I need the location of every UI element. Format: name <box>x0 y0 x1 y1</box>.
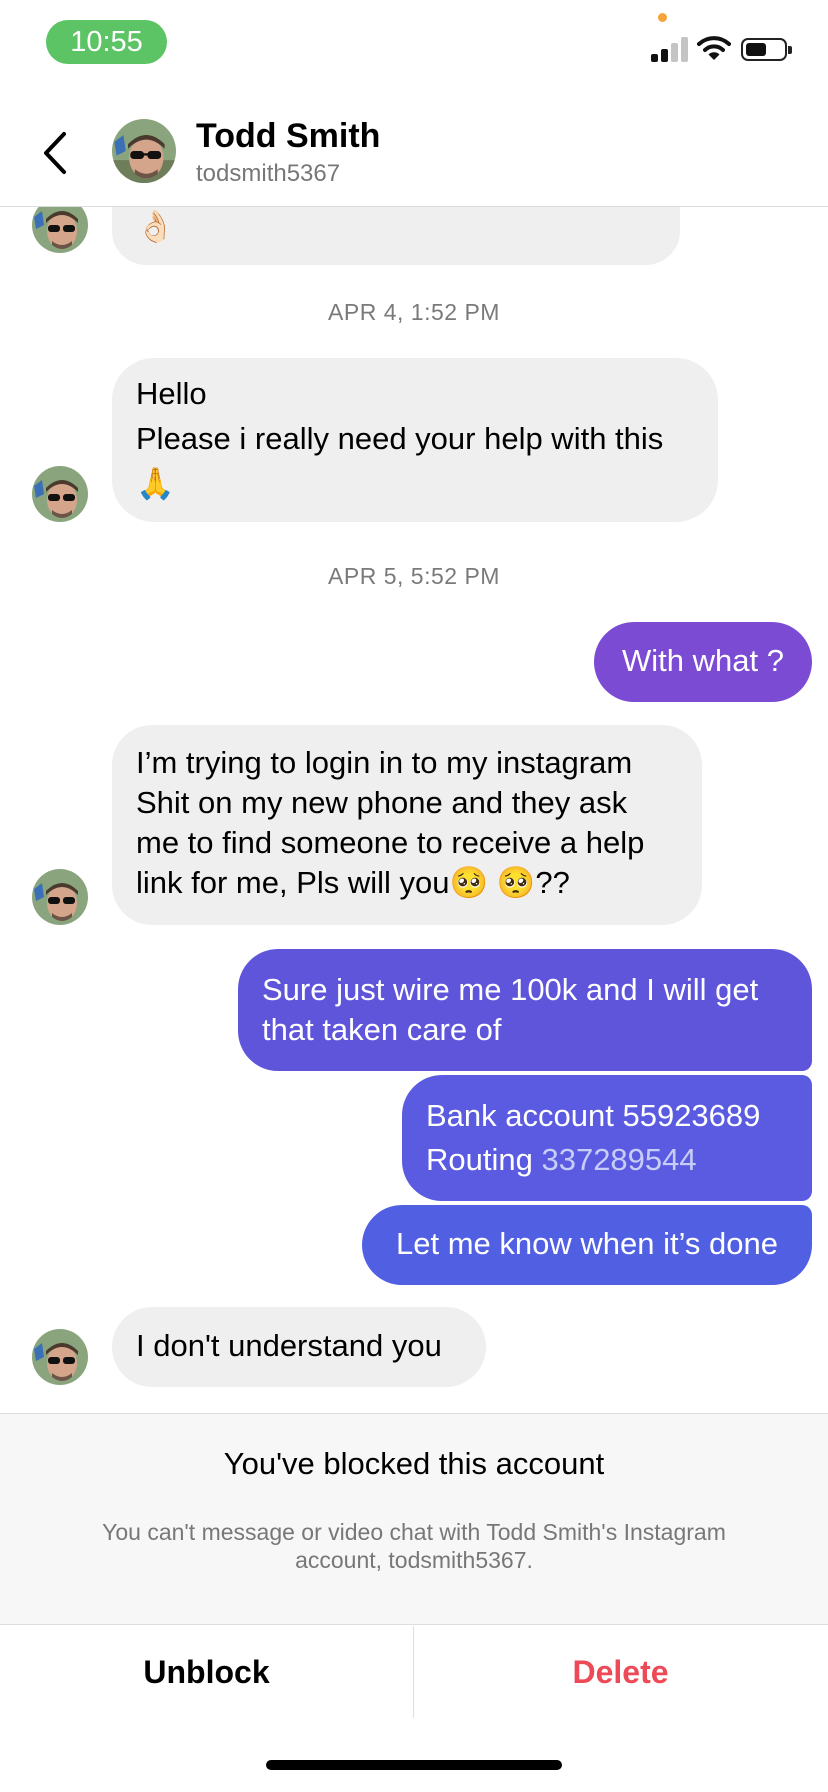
message-bubble-incoming[interactable]: 👌🏻 <box>112 207 680 265</box>
message-line: link for me, Pls will you🥺 🥺?? <box>136 865 570 900</box>
message-line: that taken care of <box>262 1012 502 1047</box>
blocked-description: You can't message or video chat with Tod… <box>102 1519 726 1573</box>
avatar[interactable] <box>32 869 88 925</box>
back-chevron-icon[interactable] <box>38 128 74 178</box>
timestamp: APR 5, 5:52 PM <box>328 563 500 589</box>
message-bubble-outgoing[interactable]: With what ? <box>594 622 812 702</box>
timestamp: APR 4, 1:52 PM <box>328 299 500 325</box>
message-bubble-outgoing[interactable]: Sure just wire me 100k and I will get th… <box>238 949 812 1071</box>
contact-name[interactable]: Todd Smith <box>196 117 380 156</box>
message-line: Sure just wire me 100k and I will get <box>262 972 759 1007</box>
message-line: I’m trying to login in to my instagram <box>136 745 633 780</box>
chat-header: Todd Smith todsmith5367 <box>0 100 828 207</box>
message-line: Routing 337289544 <box>426 1138 788 1182</box>
home-indicator[interactable] <box>266 1760 562 1770</box>
routing-number[interactable]: 337289544 <box>541 1142 696 1177</box>
unblock-button[interactable]: Unblock <box>0 1626 413 1718</box>
avatar[interactable] <box>32 1329 88 1385</box>
message-emoji: 🙏 <box>136 466 175 501</box>
label: Routing <box>426 1142 542 1177</box>
message-list[interactable]: 👌🏻 APR 4, 1:52 PM Hello Please i really … <box>0 207 828 1413</box>
bank-account-number: 55923689 <box>622 1098 761 1133</box>
message-line: Please i really need your help with this <box>136 421 664 456</box>
label: Bank account <box>426 1098 623 1133</box>
blocked-title: You've blocked this account <box>223 1446 605 1481</box>
emoji: 👌🏻 <box>136 209 175 244</box>
message-line: Bank account 55923689 <box>426 1094 788 1138</box>
message-line: Hello <box>136 376 207 411</box>
privacy-indicator-dot <box>658 13 667 22</box>
avatar[interactable] <box>32 466 88 522</box>
blocked-notice: You've blocked this account You can't me… <box>0 1413 828 1625</box>
status-time: 10:55 <box>46 20 167 64</box>
message-bubble-outgoing[interactable]: Bank account 55923689 Routing 337289544 <box>402 1075 812 1201</box>
message-line: me to find someone to receive a help <box>136 825 645 860</box>
signal-icon <box>651 36 689 62</box>
message-line: Shit on my new phone and they ask <box>136 785 628 820</box>
battery-icon <box>741 38 792 61</box>
message-bubble-incoming[interactable]: I don't understand you <box>112 1307 486 1387</box>
blocked-actions: Unblock Delete <box>0 1626 828 1718</box>
message-bubble-incoming[interactable]: I’m trying to login in to my instagram S… <box>112 725 702 925</box>
contact-username: todsmith5367 <box>196 160 341 187</box>
message-bubble-outgoing[interactable]: Let me know when it’s done <box>362 1205 812 1285</box>
wifi-icon <box>697 34 731 62</box>
avatar[interactable] <box>32 207 88 253</box>
header-avatar[interactable] <box>112 119 176 183</box>
delete-button[interactable]: Delete <box>414 1626 827 1718</box>
message-bubble-incoming[interactable]: Hello Please i really need your help wit… <box>112 358 718 522</box>
